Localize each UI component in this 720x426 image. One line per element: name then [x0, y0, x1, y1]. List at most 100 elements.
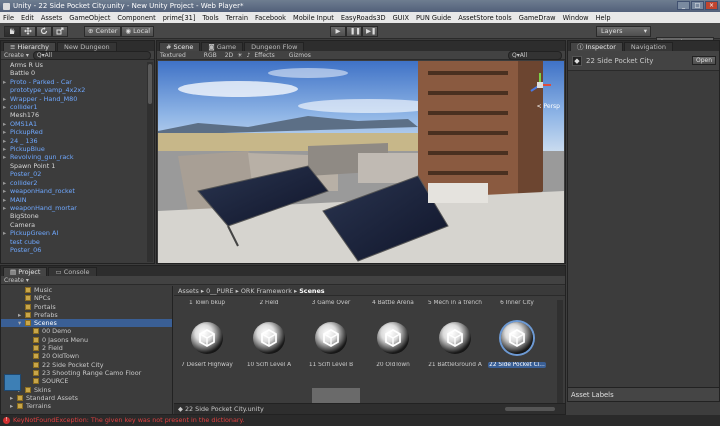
project-folder-item[interactable]: ▾ Scenes	[1, 319, 172, 328]
breadcrumb-item[interactable]: Assets	[178, 287, 199, 295]
hierarchy-item[interactable]: ▸ MAIN	[3, 196, 154, 204]
open-button[interactable]: Open	[691, 56, 716, 65]
tab-new-dungeon[interactable]: New Dungeon	[56, 42, 117, 51]
project-folder-item[interactable]: 2 Field	[1, 344, 172, 352]
hierarchy-item[interactable]: ▸ OMS1A1	[3, 120, 154, 128]
expand-arrow-icon[interactable]: ▸	[3, 145, 10, 153]
tab-dungeon-flow[interactable]: Dungeon Flow	[244, 42, 305, 51]
project-folder-item[interactable]: 20 OldTown	[1, 352, 172, 360]
hierarchy-item[interactable]: Poster_06	[3, 246, 154, 254]
menu-file[interactable]: File	[3, 14, 14, 22]
project-folder-item[interactable]: 00 Demo	[1, 327, 172, 335]
scene-asset-label[interactable]: 4 Battle Arena	[362, 300, 424, 306]
project-create-button[interactable]: Create ▾	[4, 277, 29, 284]
menu-edit[interactable]: Edit	[21, 14, 34, 22]
scene-asset-label[interactable]: 2 Field	[238, 300, 300, 306]
project-grid-scrollbar[interactable]	[557, 300, 563, 404]
expand-arrow-icon[interactable]: ▸	[3, 128, 10, 136]
tab-project[interactable]: ▤ Project	[3, 267, 48, 276]
rotate-tool-button[interactable]	[36, 26, 52, 37]
menu-component[interactable]: Component	[117, 14, 155, 22]
hierarchy-scroll-thumb[interactable]	[148, 64, 152, 104]
project-folder-item[interactable]: 22 Side Pocket City	[1, 361, 172, 369]
project-folder-item[interactable]: ▸Skins	[1, 386, 172, 394]
shading-mode-dropdown[interactable]: Textured	[160, 52, 186, 59]
expand-arrow-icon[interactable]: ▸	[3, 187, 10, 195]
expand-arrow-icon[interactable]: ▸	[3, 78, 10, 86]
icon-size-slider[interactable]	[505, 407, 555, 411]
breadcrumb-item[interactable]: 0__PURE	[206, 287, 233, 295]
scene-viewport[interactable]: < Persp	[158, 61, 564, 263]
hierarchy-item[interactable]: ▸ collider1	[3, 103, 154, 111]
project-folder-item[interactable]: ▸ Standard Assets	[1, 394, 172, 402]
menu-easyroads3d[interactable]: EasyRoads3D	[341, 14, 386, 22]
tab-navigation[interactable]: Navigation	[623, 42, 673, 51]
project-folder-item[interactable]: NPCs	[1, 294, 172, 302]
unity-scene-icon[interactable]	[253, 322, 285, 354]
expand-arrow-icon[interactable]: ▸	[10, 402, 13, 410]
pause-button[interactable]: ❚❚	[346, 26, 362, 37]
hierarchy-item[interactable]: ▸ Wrapper - Hand_M80	[3, 95, 154, 103]
expand-arrow-icon[interactable]: ▸	[18, 311, 21, 319]
hierarchy-item[interactable]: ▸ 24 _ 136	[3, 137, 154, 145]
step-button[interactable]: ▶❚	[362, 26, 378, 37]
hierarchy-item[interactable]: ▸ PickupBlue	[3, 145, 154, 153]
unity-scene-icon[interactable]	[191, 322, 223, 354]
menu-guix[interactable]: GUIX	[393, 14, 409, 22]
unity-scene-icon[interactable]	[501, 322, 533, 354]
hierarchy-item[interactable]: ▸ weaponHand_rocket	[3, 187, 154, 195]
expand-arrow-icon[interactable]: ▸	[3, 137, 10, 145]
unity-scene-icon[interactable]	[439, 322, 471, 354]
hierarchy-item[interactable]: prototype_vamp_4x2x2	[3, 86, 154, 94]
layers-dropdown[interactable]: Layers	[596, 26, 651, 37]
close-button[interactable]: ×	[705, 1, 718, 10]
expand-arrow-icon[interactable]: ▾	[18, 319, 21, 327]
pivot-center-toggle[interactable]: ⊕ Center	[84, 26, 122, 37]
menu-assets[interactable]: Assets	[41, 14, 62, 22]
scene-asset-item[interactable]: 21 BattleGround A	[424, 362, 486, 368]
project-folder-item[interactable]: 23 Shooting Range Camo Floor	[1, 369, 172, 377]
tab-inspector[interactable]: ⓘ Inspector	[570, 42, 623, 51]
asset-labels-section[interactable]: Asset Labels	[568, 387, 719, 401]
expand-arrow-icon[interactable]: ▸	[3, 204, 10, 212]
expand-arrow-icon[interactable]: ▸	[3, 196, 10, 204]
scene-asset-label[interactable]: 5 Mech in a trench	[424, 300, 486, 306]
hierarchy-item[interactable]: BigStone	[3, 212, 154, 220]
unity-scene-icon[interactable]	[315, 322, 347, 354]
hierarchy-item[interactable]: ▸ Proto - Parked - Car	[3, 78, 154, 86]
hierarchy-item[interactable]: test cube	[3, 238, 154, 246]
menu-gamedraw[interactable]: GameDraw	[519, 14, 556, 22]
project-folder-item[interactable]: 0 Jasons Menu	[1, 336, 172, 344]
breadcrumb-item[interactable]: ORK Framework	[241, 287, 292, 295]
hierarchy-search-input[interactable]: Q▾All	[32, 50, 151, 60]
status-bar[interactable]: ! KeyNotFoundException: The given key wa…	[0, 415, 720, 426]
scene-asset-label[interactable]: 6 Inner City	[486, 300, 548, 306]
hierarchy-item[interactable]: Arms R Us	[3, 61, 154, 69]
hierarchy-item[interactable]: ▸ collider2	[3, 179, 154, 187]
gizmos-dropdown[interactable]: Gizmos	[289, 52, 311, 59]
audio-icon[interactable]: ♪	[247, 52, 251, 59]
tab-hierarchy[interactable]: ≡ Hierarchy	[3, 42, 56, 51]
menu-gameobject[interactable]: GameObject	[69, 14, 110, 22]
menu-window[interactable]: Window	[563, 14, 589, 22]
menu-tools[interactable]: Tools	[202, 14, 218, 22]
breadcrumb-item[interactable]: Scenes	[299, 287, 324, 295]
render-mode-dropdown[interactable]: RGB	[204, 52, 217, 59]
tab-scene[interactable]: # Scene	[159, 42, 201, 51]
hierarchy-item[interactable]: Camera	[3, 221, 154, 229]
menu-terrain[interactable]: Terrain	[226, 14, 248, 22]
scene-asset-item[interactable]: 22 Side Pocket Ci...	[486, 362, 548, 368]
expand-arrow-icon[interactable]: ▸	[3, 120, 10, 128]
scene-asset-item[interactable]: 11 Scifi Level B	[300, 362, 362, 368]
scene-asset-label[interactable]: 1 Town bkup	[176, 300, 238, 306]
tab-game[interactable]: ◙ Game	[201, 42, 244, 51]
project-folder-item[interactable]: Music	[1, 286, 172, 294]
expand-arrow-icon[interactable]: ▸	[3, 95, 10, 103]
hierarchy-item[interactable]: ▸ PickupRed	[3, 128, 154, 136]
hierarchy-item[interactable]: Battle 0	[3, 69, 154, 77]
hierarchy-create-button[interactable]: Create ▾	[4, 52, 29, 59]
project-folder-item[interactable]: SOURCE	[1, 377, 172, 385]
project-folder-item[interactable]: ▸ Terrains	[1, 402, 172, 410]
lighting-icon[interactable]: ☀	[237, 52, 242, 59]
project-folder-item[interactable]: Portals	[1, 303, 172, 311]
